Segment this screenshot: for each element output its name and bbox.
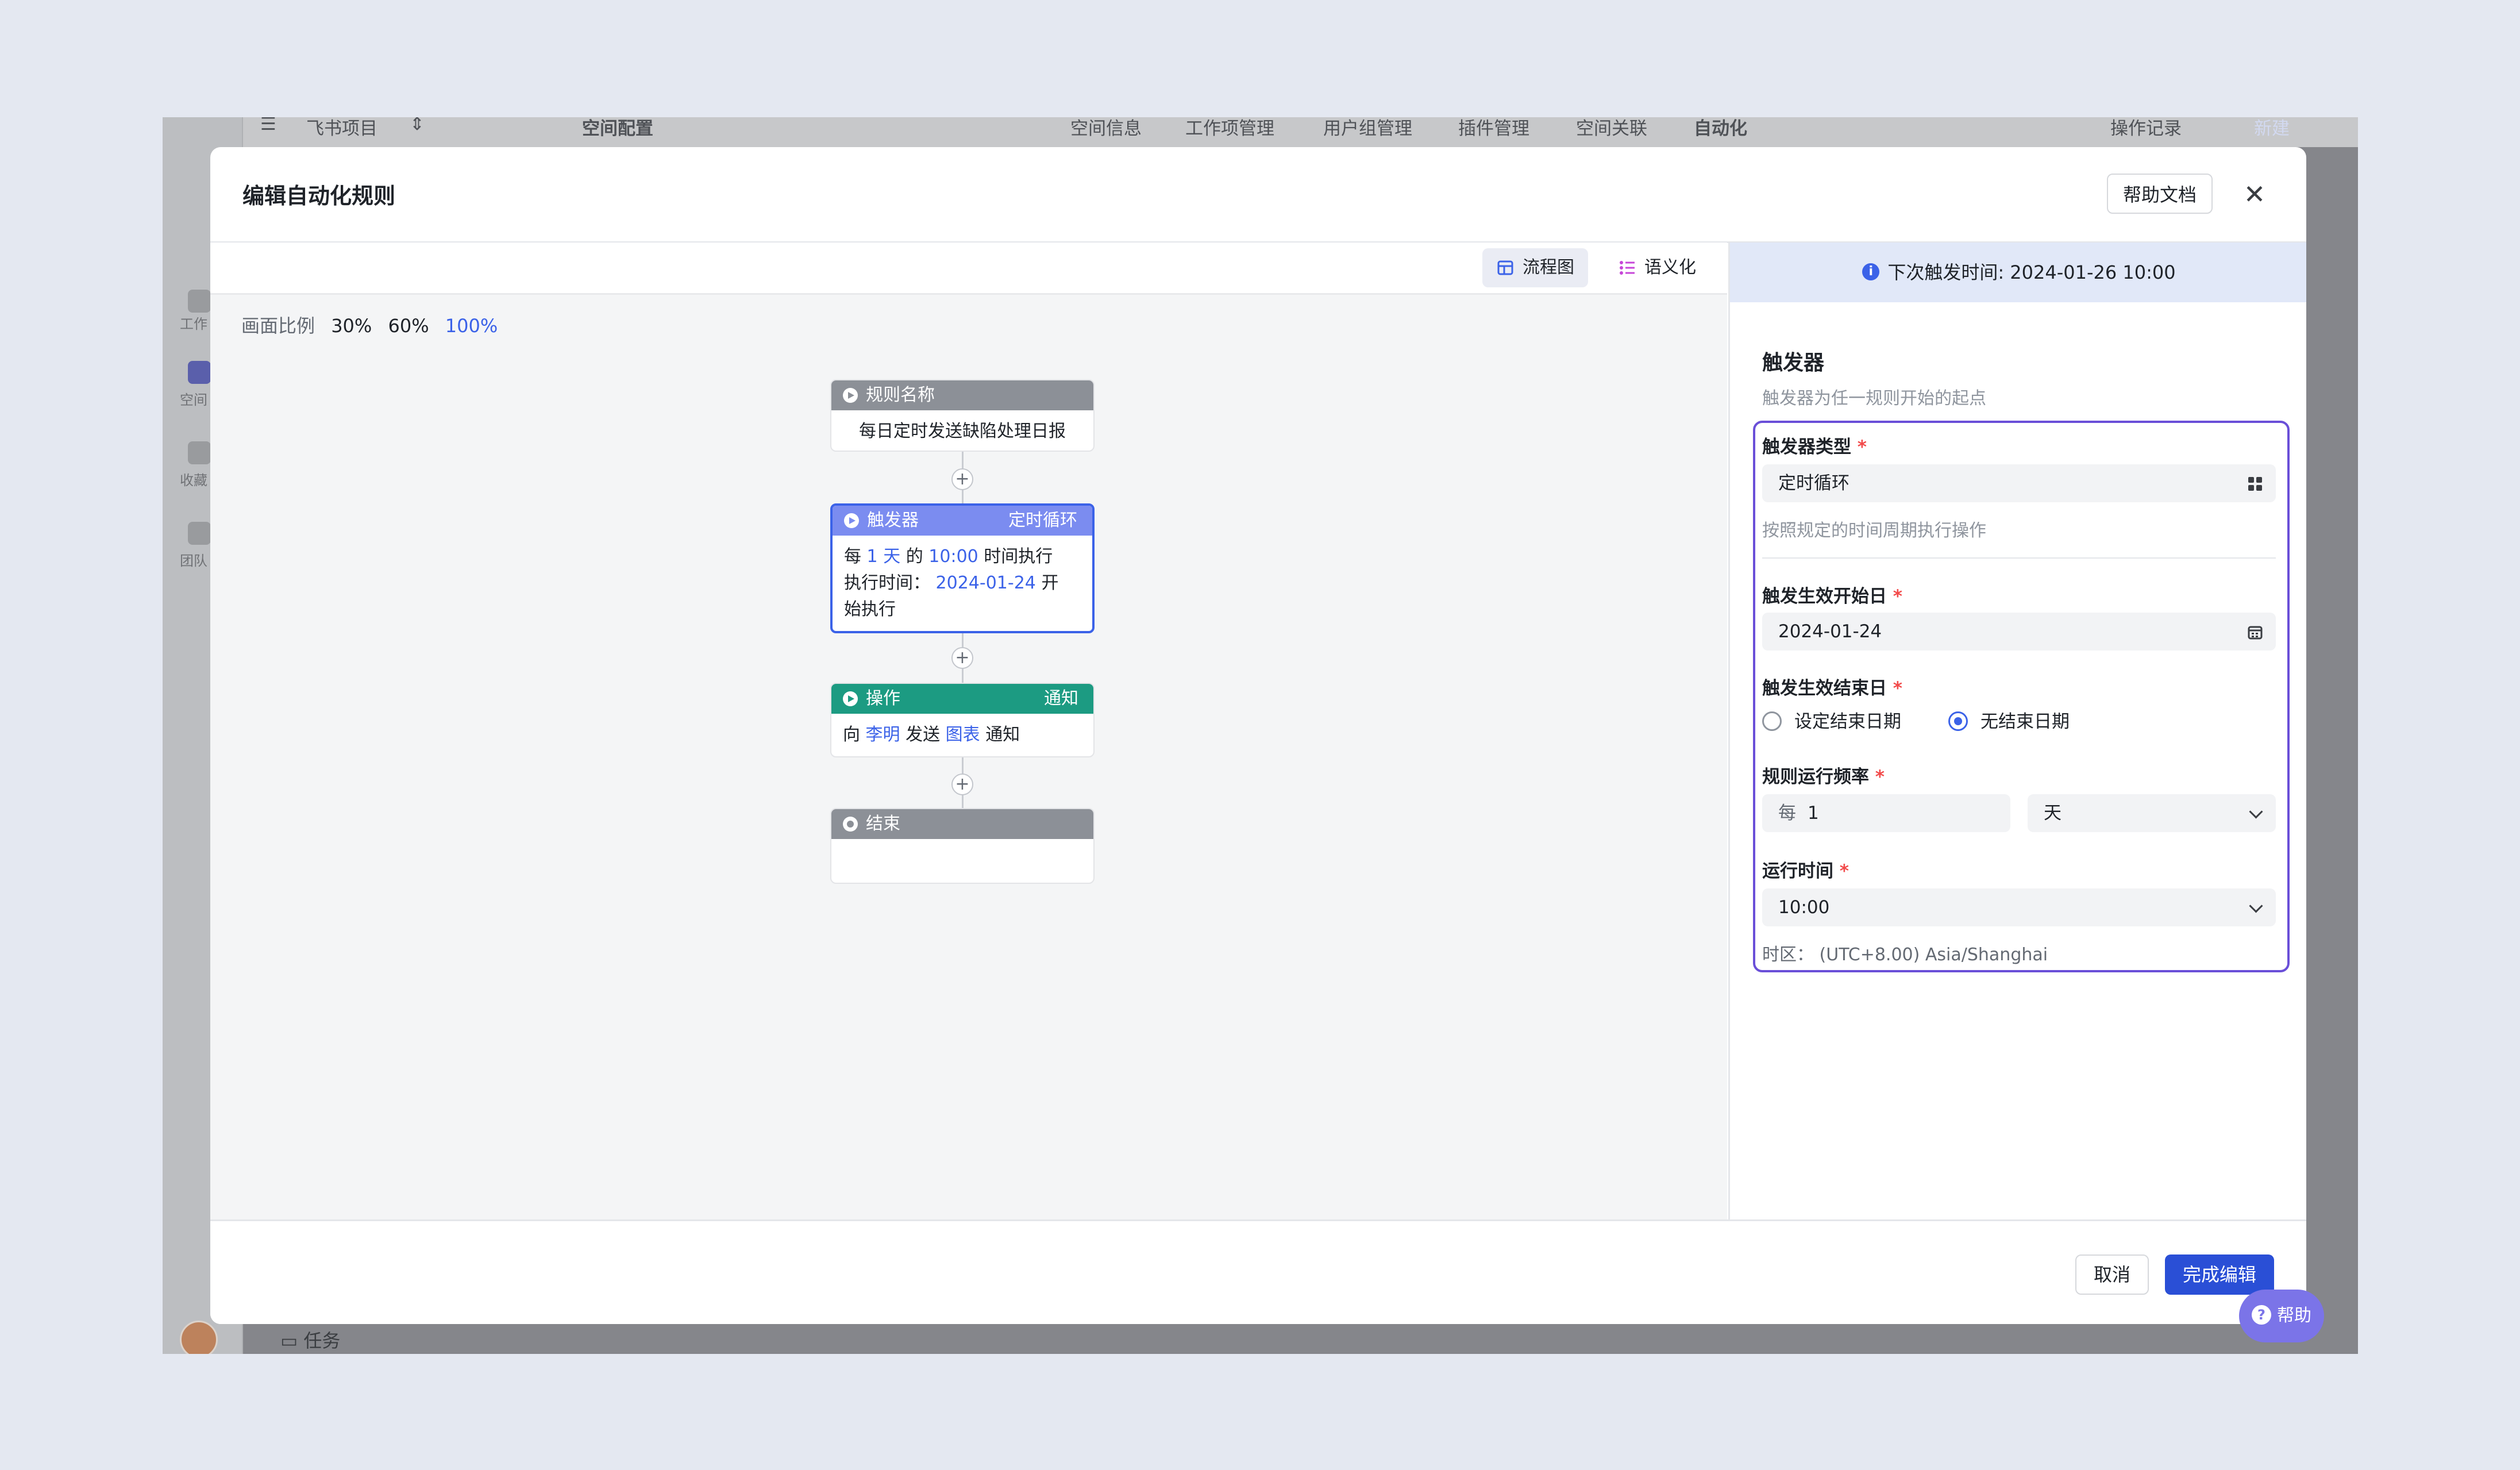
modal-header: 编辑自动化规则 帮助文档 ✕: [210, 147, 2306, 243]
run-time-label: 运行时间 *: [1762, 861, 1849, 882]
start-date-label: 触发生效开始日 *: [1762, 586, 1903, 607]
help-button[interactable]: ? 帮助: [2239, 1290, 2324, 1342]
action-node-body: 向 李明 发送 图表 通知: [843, 725, 1020, 745]
frequency-unit-select[interactable]: 天: [2028, 794, 2276, 832]
trigger-node[interactable]: 触发器 定时循环 每 1 天 的 10:00 时间执行 执行时间： 2024-01…: [830, 503, 1095, 633]
question-icon: ?: [2252, 1304, 2271, 1325]
run-time-value: 10:00: [1778, 897, 1830, 918]
divider: [1762, 557, 2276, 559]
close-icon[interactable]: ✕: [2237, 177, 2272, 211]
section-title: 触发器: [1762, 351, 1825, 375]
radio-no-end-date[interactable]: 无结束日期: [1948, 710, 2070, 733]
trigger-config-panel: i 下次触发时间: 2024-01-26 10:00 触发器 触发器为任一规则开始…: [1728, 243, 2306, 1219]
action-node-tag: 通知: [1044, 688, 1078, 709]
rule-name-value: 每日定时发送缺陷处理日报: [859, 421, 1066, 441]
tab-semantic-label: 语义化: [1644, 257, 1696, 278]
cancel-button[interactable]: 取消: [2075, 1254, 2149, 1295]
scale-60[interactable]: 60%: [388, 315, 429, 337]
tab-flowchart-label: 流程图: [1523, 257, 1574, 278]
frequency-prefix: 每: [1778, 803, 1796, 823]
modal-title: 编辑自动化规则: [242, 183, 396, 209]
frequency-value: 1: [1808, 803, 1819, 823]
end-date-label: 触发生效结束日 *: [1762, 678, 1903, 699]
done-button[interactable]: 完成编辑: [2165, 1254, 2274, 1295]
trigger-node-tag: 定时循环: [1008, 510, 1077, 530]
scale-selector: 画面比例 30% 60% 100%: [241, 311, 508, 338]
action-icon: [843, 691, 858, 706]
edit-automation-modal: 编辑自动化规则 帮助文档 ✕ 流程图 语义化 画面比例 30% 60% 100%: [210, 147, 2306, 1324]
frequency-input[interactable]: 每1: [1762, 794, 2010, 832]
add-node-button[interactable]: +: [951, 647, 973, 669]
help-label: 帮助: [2277, 1306, 2311, 1326]
help-doc-button[interactable]: 帮助文档: [2107, 174, 2213, 214]
trigger-node-body: 每 1 天 的 10:00 时间执行 执行时间： 2024-01-24 开 始执…: [844, 547, 1059, 619]
flow-canvas: 流程图 语义化 画面比例 30% 60% 100% 规则名称 每日定时发送缺陷处…: [210, 243, 1727, 1219]
scale-100[interactable]: 100%: [445, 315, 498, 337]
start-date-input[interactable]: 2024-01-24: [1762, 613, 2276, 651]
run-time-select[interactable]: 10:00: [1762, 888, 2276, 926]
clock-icon: [844, 513, 859, 528]
list-icon: [1620, 261, 1635, 275]
play-icon: [843, 388, 858, 403]
frequency-label: 规则运行频率 *: [1762, 767, 1885, 787]
flowchart-icon: [1497, 260, 1513, 275]
trigger-type-hint: 按照规定的时间周期执行操作: [1762, 521, 1986, 541]
end-node-body: [831, 839, 1093, 855]
rule-name-title: 规则名称: [866, 385, 935, 405]
end-icon: [843, 817, 858, 832]
chevron-down-icon: [2249, 899, 2263, 913]
trigger-type-label: 触发器类型 *: [1762, 437, 1867, 457]
radio-circle: [1762, 711, 1782, 731]
radio-set-end-date[interactable]: 设定结束日期: [1762, 710, 1901, 733]
info-icon: i: [1862, 263, 1880, 280]
rule-name-node[interactable]: 规则名称 每日定时发送缺陷处理日报: [830, 379, 1095, 452]
action-node-title: 操作: [866, 688, 900, 709]
section-subtitle: 触发器为任一规则开始的起点: [1762, 388, 1986, 409]
action-node[interactable]: 操作 通知 向 李明 发送 图表 通知: [830, 683, 1095, 757]
timezone-text: 时区： (UTC+8.00) Asia/Shanghai: [1762, 945, 2048, 965]
trigger-type-select[interactable]: 定时循环: [1762, 464, 2276, 502]
add-node-button[interactable]: +: [951, 468, 973, 490]
calendar-icon: [2248, 626, 2263, 640]
next-trigger-text: 下次触发时间: 2024-01-26 10:00: [1887, 261, 2176, 283]
start-date-value: 2024-01-24: [1778, 621, 1882, 642]
next-trigger-banner: i 下次触发时间: 2024-01-26 10:00: [1730, 243, 2306, 302]
end-node-title: 结束: [866, 814, 900, 834]
grid-icon: [2248, 477, 2262, 491]
scale-label: 画面比例: [241, 315, 315, 337]
modal-footer: 取消 完成编辑: [210, 1219, 2306, 1324]
add-node-button[interactable]: +: [951, 774, 973, 795]
radio-circle-checked: [1948, 711, 1968, 731]
trigger-type-value: 定时循环: [1778, 473, 1849, 494]
trigger-node-title: 触发器: [867, 510, 919, 530]
canvas-toolbar: 流程图 语义化: [210, 243, 1727, 295]
tab-semantic[interactable]: 语义化: [1604, 248, 1710, 287]
tab-flowchart[interactable]: 流程图: [1482, 248, 1588, 287]
chevron-down-icon: [2249, 805, 2263, 819]
scale-30[interactable]: 30%: [331, 315, 372, 337]
end-node[interactable]: 结束: [830, 808, 1095, 884]
frequency-unit-value: 天: [2044, 803, 2062, 823]
